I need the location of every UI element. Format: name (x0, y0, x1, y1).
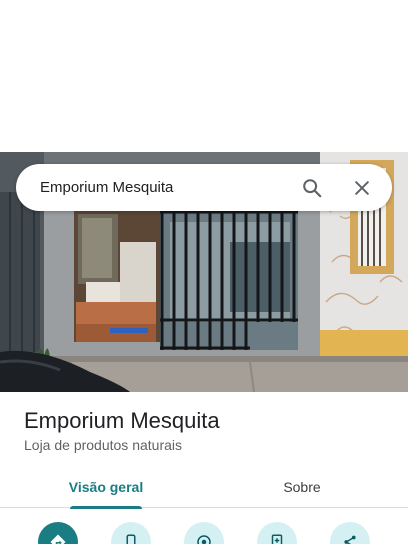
location-button[interactable] (184, 522, 224, 544)
share-icon (344, 535, 356, 544)
save-button[interactable] (257, 522, 297, 544)
phone-icon (126, 534, 136, 544)
location-icon (197, 535, 211, 544)
tab-bar: Visão geral Sobre (0, 466, 408, 509)
search-button[interactable] (294, 170, 330, 206)
clear-search-button[interactable] (344, 170, 380, 206)
tab-overview[interactable]: Visão geral (48, 466, 164, 509)
close-icon (355, 180, 369, 195)
search-bar[interactable]: Emporium Mesquita (16, 164, 392, 211)
share-button[interactable] (330, 522, 370, 544)
search-input[interactable]: Emporium Mesquita (40, 179, 294, 196)
map-area-blank (0, 0, 408, 152)
action-buttons (0, 522, 408, 544)
call-button[interactable] (111, 522, 151, 544)
directions-icon (50, 534, 66, 544)
search-icon (303, 178, 322, 197)
directions-button[interactable] (38, 522, 78, 544)
tab-about[interactable]: Sobre (244, 466, 360, 508)
save-icon (271, 534, 283, 544)
place-category[interactable]: Loja de produtos naturais (24, 437, 182, 453)
place-title: Emporium Mesquita (24, 408, 220, 433)
